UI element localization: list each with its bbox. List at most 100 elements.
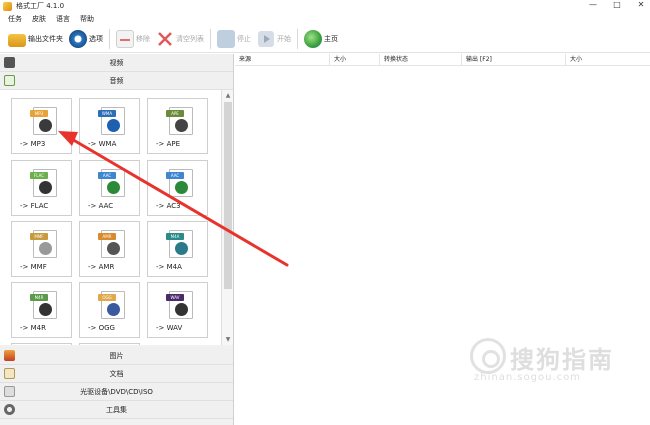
category-audio-label: 音频 [109,76,124,85]
format-tile-partial-0[interactable] [11,343,72,345]
format-badge: WAV [166,294,184,301]
scroll-up-icon[interactable]: ▲ [222,90,234,101]
output-folder-button[interactable]: 输出文件夹 [5,28,66,50]
format-badge: MMF [30,233,48,240]
format-label: -> OGG [88,324,115,332]
app-icon [3,1,12,11]
format-label: -> M4R [20,324,46,332]
format-scrollbar[interactable]: ▲ ▼ [221,90,233,345]
play-icon [257,30,275,48]
speaker-icon [39,181,52,194]
minimize-button[interactable]: — [588,0,598,9]
speaker-icon [39,119,52,132]
output-folder-label: 输出文件夹 [28,35,63,43]
start-label: 开始 [277,35,291,43]
maximize-button[interactable]: □ [612,0,622,9]
category-audio[interactable]: 音频 [0,72,233,90]
category-image[interactable]: 图片 [0,347,233,365]
format-tile-m4r-9[interactable]: M4R -> M4R [11,282,72,338]
format-tile-amr-7[interactable]: AMR -> AMR [79,221,140,277]
category-document[interactable]: 文档 [0,365,233,383]
speaker-icon [175,181,188,194]
column-output[interactable]: 输出 [F2] [462,54,566,66]
window-title: 格式工厂 4.1.0 [16,2,65,10]
speaker-icon [175,242,188,255]
toolbar-divider [210,29,211,49]
category-optical-label: 光驱设备\DVD\CD\ISO [80,387,153,396]
category-optical[interactable]: 光驱设备\DVD\CD\ISO [0,383,233,401]
category-document-label: 文档 [109,369,124,378]
task-table-header: 来源 大小 转换状态 输出 [F2] 大小 [235,54,650,66]
format-label: -> FLAC [20,202,49,210]
clear-list-label: 清空列表 [176,35,204,43]
speaker-icon [175,303,188,316]
watermark: 搜狗指南 zhinan.sogou.com [470,336,640,384]
audio-file-icon: AAC [166,169,193,197]
column-status[interactable]: 转换状态 [380,54,462,66]
audio-file-icon: WMA [98,107,125,135]
format-badge: M4A [166,233,184,240]
audio-file-icon: OGG [98,291,125,319]
audio-file-icon: MP3 [30,107,57,135]
format-tile-partial-1[interactable] [79,343,140,345]
format-tile-ape-2[interactable]: APE -> APE [147,98,208,154]
format-tile-flac-3[interactable]: FLAC -> FLAC [11,160,72,216]
format-tile-aac-4[interactable]: AAC -> AAC [79,160,140,216]
format-badge: FLAC [30,172,48,179]
category-image-label: 图片 [109,351,124,360]
format-badge: WMA [98,110,116,117]
format-tile-wma-1[interactable]: WMA -> WMA [79,98,140,154]
format-label: -> MP3 [20,140,46,148]
audio-file-icon: WAV [166,291,193,319]
format-label: -> WMA [88,140,117,148]
speaker-icon [39,242,52,255]
watermark-url: zhinan.sogou.com [474,372,582,383]
category-panel: 视频 音频 MP3 -> MP3 WMA -> WMA APE -> APE FLAC -> … [0,54,234,425]
speaker-icon [107,303,120,316]
audio-file-icon: AAC [98,169,125,197]
toolbar-divider [109,29,110,49]
clear-list-button[interactable]: 清空列表 [153,28,207,50]
category-toolbox[interactable]: 工具集 [0,401,233,419]
audio-file-icon: AMR [98,230,125,258]
close-button[interactable]: ✕ [636,0,646,9]
options-label: 选项 [89,35,103,43]
toolbar: 输出文件夹 选项 移除 清空列表 停止 开始 主页 [0,26,650,53]
stop-label: 停止 [237,35,251,43]
category-video[interactable]: 视频 [0,54,233,72]
audio-format-grid: MP3 -> MP3 WMA -> WMA APE -> APE FLAC -> FLAC AA… [0,90,233,345]
column-output-size[interactable]: 大小 [566,54,650,66]
options-icon [69,30,87,48]
format-label: -> AC3 [156,202,181,210]
format-badge: OGG [98,294,116,301]
format-tile-aac-5[interactable]: AAC -> AC3 [147,160,208,216]
menu-item-language[interactable]: 语言 [56,14,70,24]
format-tile-wav-11[interactable]: WAV -> WAV [147,282,208,338]
menu-item-tasks[interactable]: 任务 [8,14,22,24]
format-tile-mp3-0[interactable]: MP3 -> MP3 [11,98,72,154]
format-tile-mmf-6[interactable]: MMF -> MMF [11,221,72,277]
format-badge: AAC [166,172,184,179]
options-button[interactable]: 选项 [66,28,106,50]
menu-item-skin[interactable]: 皮肤 [32,14,46,24]
format-label: -> AAC [88,202,114,210]
home-button[interactable]: 主页 [301,28,341,50]
remove-button[interactable]: 移除 [113,28,153,50]
menu-bar: 任务 皮肤 语言 帮助 [0,12,650,25]
scroll-down-icon[interactable]: ▼ [222,334,234,345]
column-source[interactable]: 来源 [235,54,330,66]
speaker-icon [175,119,188,132]
category-toolbox-label: 工具集 [106,405,127,414]
stop-icon [217,30,235,48]
audio-file-icon: APE [166,107,193,135]
watermark-brand: 搜狗指南 [510,346,614,374]
stop-button[interactable]: 停止 [214,28,254,50]
scroll-thumb[interactable] [224,102,232,289]
toolbar-divider [297,29,298,49]
start-button[interactable]: 开始 [254,28,294,50]
column-size[interactable]: 大小 [330,54,380,66]
format-tile-m4a-8[interactable]: M4A -> M4A [147,221,208,277]
globe-icon [304,30,322,48]
menu-item-help[interactable]: 帮助 [80,14,94,24]
format-tile-ogg-10[interactable]: OGG -> OGG [79,282,140,338]
